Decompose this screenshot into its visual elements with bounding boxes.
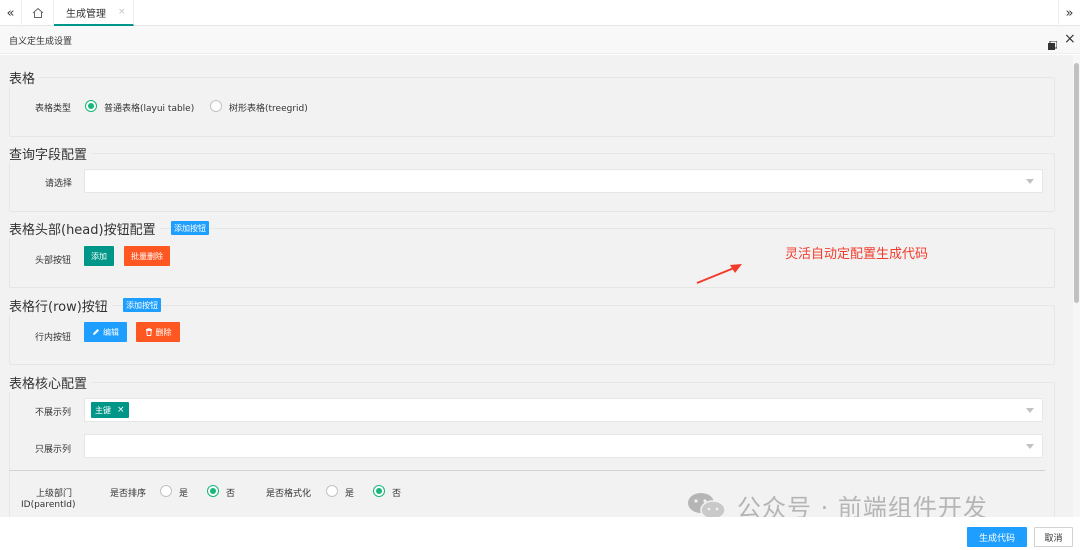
show-columns-label: 只展示列 (35, 445, 72, 455)
cancel-button[interactable]: 取消 (1034, 527, 1073, 547)
chevron-down-icon (1026, 444, 1034, 449)
annotation-arrow-icon (696, 264, 742, 284)
watermark-text: 公众号 · 前端组件开发 (737, 494, 988, 517)
generate-code-button[interactable]: 生成代码 (967, 527, 1027, 547)
head-add-button-button[interactable]: 添加按钮 (171, 221, 209, 235)
trash-icon (145, 328, 152, 336)
tab-label: 生成管理 (66, 8, 106, 20)
radio-normal-table[interactable] (85, 100, 97, 112)
radio-sort-no-label: 否 (226, 489, 236, 499)
legend-head-text: 表格头部(head)按钮配置 (9, 222, 156, 238)
radio-tree-table[interactable] (210, 100, 222, 112)
radio-sort-yes[interactable] (160, 485, 172, 497)
legend-table: 表格 (9, 67, 40, 87)
annotation-text: 灵活自动定配置生成代码 (785, 247, 929, 262)
tab-close-icon[interactable]: × (118, 7, 126, 17)
hide-columns-select[interactable]: 主键 × (84, 398, 1043, 422)
maximize-icon[interactable] (1048, 35, 1058, 50)
legend-query: 查询字段配置 (9, 143, 92, 163)
legend-head-buttons: 表格头部(head)按钮配置 (9, 218, 160, 238)
row-delete-button[interactable]: 删除 (136, 322, 180, 342)
radio-tree-table-label: 树形表格(treegrid) (229, 104, 308, 114)
radio-format-yes-label: 是 (345, 489, 355, 499)
show-columns-select[interactable] (84, 434, 1043, 458)
pencil-icon (93, 329, 99, 335)
radio-format-yes[interactable] (326, 485, 338, 497)
parent-field-label-line1: 上级部门 (36, 489, 73, 499)
legend-core: 表格核心配置 (9, 372, 92, 392)
dialog-close-icon[interactable]: × (1064, 31, 1076, 47)
format-label: 是否格式化 (266, 489, 312, 499)
query-field-select[interactable] (84, 169, 1043, 193)
row-edit-button[interactable]: 编辑 (84, 322, 127, 342)
scrollbar[interactable] (1073, 55, 1080, 517)
wechat-icon (688, 493, 726, 517)
dialog-title: 自义定生成设置 (9, 37, 73, 47)
home-icon (32, 7, 43, 18)
radio-sort-yes-label: 是 (179, 489, 189, 499)
legend-row-text: 表格行(row)按钮 (9, 299, 108, 315)
scrollbar-thumb[interactable] (1074, 63, 1079, 303)
table-type-label: 表格类型 (35, 104, 72, 114)
scroll-left-button[interactable]: « (0, 0, 22, 26)
tag-close-icon[interactable]: × (117, 405, 125, 415)
row-delete-label: 删除 (155, 327, 172, 337)
hide-column-tag: 主键 × (91, 402, 129, 418)
tab-bar: « 生成管理 × » (0, 0, 1080, 26)
dialog-footer: 生成代码 取消 (0, 517, 1080, 550)
radio-normal-table-label: 普通表格(layui table) (104, 104, 195, 114)
head-add-button[interactable]: 添加 (84, 246, 114, 266)
query-select-label: 请选择 (45, 179, 73, 189)
sort-label: 是否排序 (110, 489, 147, 499)
legend-row-buttons: 表格行(row)按钮 (9, 295, 112, 315)
row-edit-label: 编辑 (103, 327, 119, 337)
head-buttons-label: 头部按钮 (35, 256, 72, 266)
head-batch-delete-button[interactable]: 批量删除 (124, 246, 170, 266)
chevron-down-icon (1026, 179, 1034, 184)
dialog-content: 表格 表格类型 普通表格(layui table) 树形表格(treegrid)… (0, 55, 1073, 517)
radio-format-no-label: 否 (392, 489, 402, 499)
scroll-right-button[interactable]: » (1058, 0, 1080, 26)
row-buttons-label: 行内按钮 (35, 333, 72, 343)
dialog-header: 自义定生成设置 × (0, 26, 1080, 54)
hide-columns-label: 不展示列 (35, 408, 72, 418)
tab-generate-management[interactable]: 生成管理 × (54, 0, 134, 26)
radio-format-no[interactable] (373, 485, 385, 497)
parent-field-label-line2: ID(parentId) (21, 500, 76, 510)
hide-column-tag-label: 主键 (95, 405, 111, 415)
home-tab[interactable] (22, 0, 54, 26)
divider (9, 470, 1045, 471)
radio-sort-no[interactable] (207, 485, 219, 497)
chevron-down-icon (1026, 408, 1034, 413)
row-add-button-button[interactable]: 添加按钮 (123, 298, 161, 312)
